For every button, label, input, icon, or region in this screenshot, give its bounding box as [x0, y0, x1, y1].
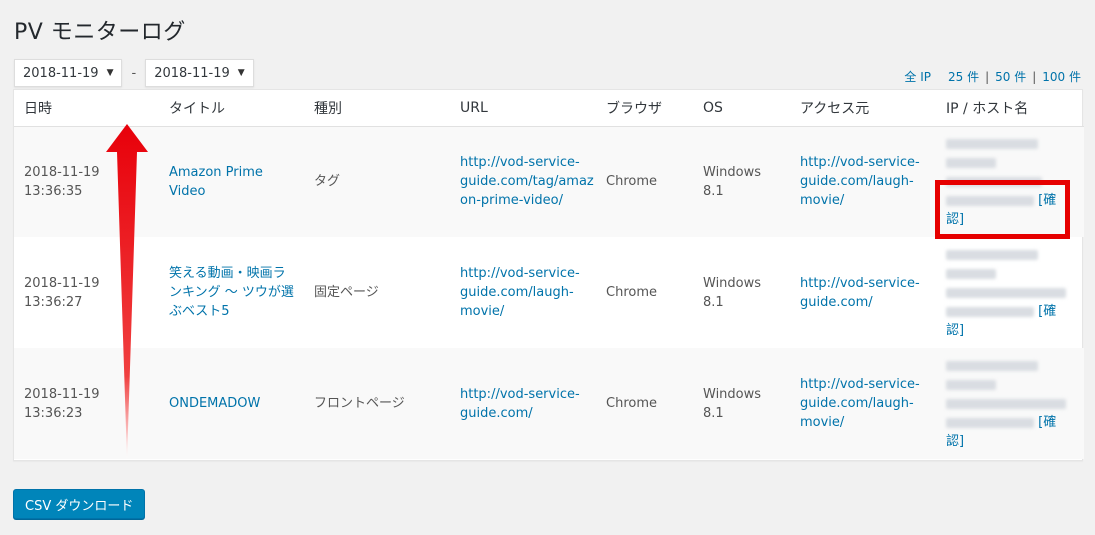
confirm-link[interactable]: [確	[1038, 415, 1056, 430]
date-to-select[interactable]: 2018-11-19 ▼	[145, 59, 254, 87]
cell-url: http://vod-service-guide.com/laugh-movie…	[450, 237, 596, 348]
all-ip-link[interactable]: 全 IP	[904, 68, 931, 85]
cell-browser: Chrome	[606, 396, 657, 411]
cell-title: Amazon Prime Video	[159, 126, 304, 237]
confirm-link[interactable]: [確	[1038, 304, 1056, 319]
title-link[interactable]: 笑える動画・映画ラ ンキング ～ ツウが選 ぶベスト5	[169, 266, 294, 319]
highlight-box-annotation	[935, 180, 1070, 239]
cell-type: 固定ページ	[314, 285, 379, 300]
column-header-url[interactable]: URL	[450, 90, 596, 127]
up-arrow-annotation	[106, 124, 148, 460]
column-header-os[interactable]: OS	[693, 90, 790, 127]
date-to-value: 2018-11-19	[154, 65, 230, 81]
cell-browser: Chrome	[606, 285, 657, 300]
chevron-down-icon: ▼	[106, 68, 114, 78]
cell-os: Windows 8.1	[703, 164, 762, 199]
table-row: 2018-11-19 13:36:35 Amazon Prime Video タグ…	[14, 126, 1084, 237]
column-header-title[interactable]: タイトル	[159, 90, 304, 127]
title-link[interactable]: Amazon Prime Video	[169, 165, 263, 199]
cell-referrer: http://vod-service-guide.com/laugh-movie…	[790, 126, 936, 237]
table-header-row: 日時 タイトル 種別 URL ブラウザ OS アクセス元 IP / ホスト名	[14, 90, 1084, 127]
cell-type: タグ	[314, 174, 341, 190]
url-link[interactable]: http://vod-service-guide.com/	[460, 387, 580, 421]
table-row: 2018-11-19 13:36:27 笑える動画・映画ラ ンキング ～ ツウが選ぶ…	[14, 237, 1084, 348]
column-header-type[interactable]: 種別	[304, 90, 450, 127]
date-filters: 2018-11-19 ▼ - 2018-11-19 ▼	[14, 59, 254, 87]
cell-ip-host: [確 認]	[936, 348, 1084, 459]
cell-browser: Chrome	[606, 174, 657, 190]
cell-referrer: http://vod-service-guide.com/laugh-movie…	[790, 348, 936, 459]
cell-os: Windows 8.1	[703, 275, 762, 310]
cell-url: http://vod-service-guide.com/tag/amaz on-…	[450, 126, 596, 237]
cell-os: Windows 8.1	[703, 386, 762, 421]
cell-title: ONDEMADOW	[159, 348, 304, 459]
per-page-100-link[interactable]: 100 件	[1042, 68, 1081, 85]
date-from-select[interactable]: 2018-11-19 ▼	[14, 59, 123, 87]
ip-host-redacted: [確 認]	[946, 356, 1074, 451]
cell-url: http://vod-service-guide.com/	[450, 348, 596, 459]
referrer-link[interactable]: http://vod-service-guide.com/laugh-movie…	[800, 155, 920, 208]
column-header-datetime[interactable]: 日時	[14, 90, 159, 127]
column-header-browser[interactable]: ブラウザ	[596, 90, 693, 127]
referrer-link[interactable]: http://vod-service-guide.com/laugh-movie…	[800, 377, 920, 430]
confirm-link-cont[interactable]: 認]	[946, 323, 964, 338]
url-link[interactable]: http://vod-service-guide.com/tag/amaz on-…	[460, 155, 594, 208]
table-row: 2018-11-19 13:36:23 ONDEMADOW フロントページ htt…	[14, 348, 1084, 459]
url-link[interactable]: http://vod-service-guide.com/laugh-movie…	[460, 266, 580, 319]
csv-download-button[interactable]: CSV ダウンロード	[13, 489, 146, 519]
cell-type: フロントページ	[314, 396, 405, 411]
per-page-50-link[interactable]: 50 件	[995, 68, 1026, 85]
per-page-25-link[interactable]: 25 件	[948, 68, 979, 85]
per-page-links: 全 IP 25 件 | 50 件 | 100 件	[904, 68, 1081, 85]
title-link[interactable]: ONDEMADOW	[169, 396, 260, 411]
confirm-link-cont[interactable]: 認]	[946, 434, 964, 449]
date-from-value: 2018-11-19	[23, 65, 99, 81]
column-header-referrer[interactable]: アクセス元	[790, 90, 936, 127]
page-title: PV モニターログ	[14, 20, 186, 45]
chevron-down-icon: ▼	[237, 68, 245, 78]
referrer-link[interactable]: http://vod-service-guide.com/	[800, 276, 920, 310]
cell-ip-host: [確 認]	[936, 237, 1084, 348]
date-separator: -	[131, 65, 137, 81]
cell-title: 笑える動画・映画ラ ンキング ～ ツウが選 ぶベスト5	[159, 237, 304, 348]
column-header-ip-host[interactable]: IP / ホスト名	[936, 90, 1084, 127]
cell-referrer: http://vod-service-guide.com/	[790, 237, 936, 348]
ip-host-redacted: [確 認]	[946, 245, 1074, 340]
log-table: 日時 タイトル 種別 URL ブラウザ OS アクセス元 IP / ホスト名 2…	[13, 89, 1084, 461]
